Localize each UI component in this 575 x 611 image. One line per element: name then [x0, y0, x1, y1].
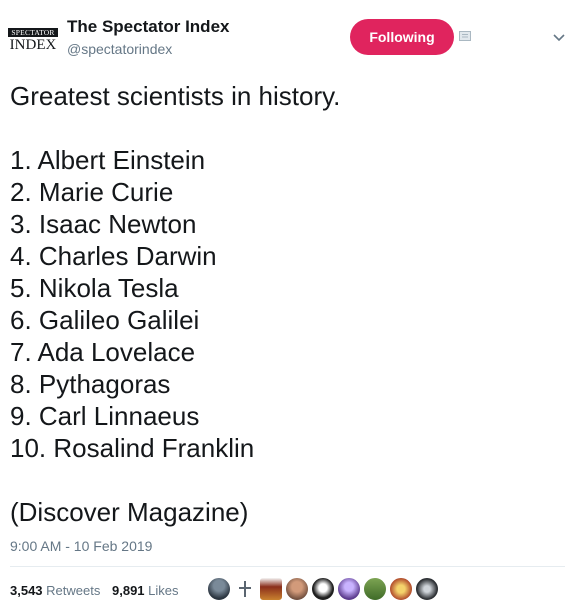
account-handle[interactable]: @spectatorindex	[67, 41, 172, 57]
tweet-header: SPECTATOR INDEX The Spectator Index @spe…	[0, 0, 575, 70]
retweets-count: 3,543	[10, 583, 43, 598]
logo-top-text: SPECTATOR	[8, 28, 58, 37]
avatar[interactable]	[389, 577, 413, 601]
list-item: 5. Nikola Tesla	[10, 273, 179, 303]
list-item: 2. Marie Curie	[10, 177, 174, 207]
likes-stat[interactable]: 9,891 Likes	[112, 583, 179, 598]
retweets-stat[interactable]: 3,543 Retweets	[10, 583, 100, 598]
list-item: 3. Isaac Newton	[10, 209, 197, 239]
likes-label: Likes	[148, 583, 179, 598]
list-item: 4. Charles Darwin	[10, 241, 217, 271]
divider	[10, 566, 565, 567]
avatar[interactable]	[363, 577, 387, 601]
avatar[interactable]	[207, 577, 231, 601]
likes-count: 9,891	[112, 583, 145, 598]
logo-bottom-text: INDEX	[9, 37, 57, 53]
list-item: 1. Albert Einstein	[10, 145, 206, 175]
account-name[interactable]: The Spectator Index	[67, 17, 229, 37]
avatar[interactable]	[415, 577, 439, 601]
account-avatar-logo[interactable]: SPECTATOR INDEX	[8, 28, 58, 54]
avatar[interactable]	[259, 577, 283, 601]
avatar[interactable]	[337, 577, 361, 601]
list-item: 8. Pythagoras	[10, 369, 171, 399]
following-button[interactable]: Following	[350, 19, 454, 55]
list-item: 7. Ada Lovelace	[10, 337, 196, 367]
chevron-down-icon[interactable]	[552, 33, 566, 43]
avatar[interactable]	[285, 577, 309, 601]
tweet-stats: 3,543 Retweets 9,891 Likes	[10, 583, 187, 598]
list-item: 9. Carl Linnaeus	[10, 401, 200, 431]
list-item: 10. Rosalind Franklin	[10, 433, 255, 463]
notification-icon[interactable]	[459, 31, 471, 41]
avatar[interactable]	[233, 577, 257, 601]
retweets-label: Retweets	[46, 583, 101, 598]
avatar[interactable]	[311, 577, 335, 601]
tweet-source: (Discover Magazine)	[10, 497, 249, 527]
tweet-timestamp[interactable]: 9:00 AM - 10 Feb 2019	[10, 538, 152, 554]
tweet-intro: Greatest scientists in history.	[10, 81, 341, 111]
tweet-text: Greatest scientists in history. 1. Alber…	[10, 80, 565, 528]
list-item: 6. Galileo Galilei	[10, 305, 200, 335]
cross-icon	[239, 581, 251, 597]
